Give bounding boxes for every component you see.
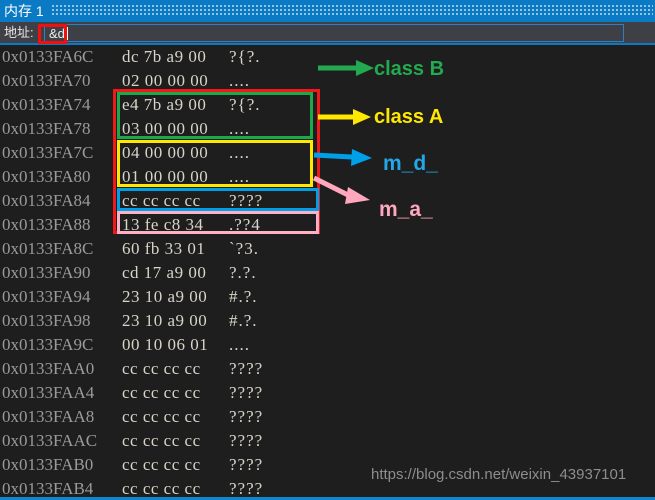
- hex-row-ascii: ????: [229, 455, 264, 474]
- memory-hex-view[interactable]: 0x0133FA6C dc 7b a9 00 ?{?. 0x0133FA70 02 00…: [0, 45, 655, 498]
- hex-row-bytes: cc cc cc cc: [122, 383, 201, 402]
- hex-row-ascii: ....: [229, 335, 250, 354]
- annotation-label-class-a: class A: [374, 106, 444, 128]
- hex-row-bytes: cc cc cc cc: [122, 407, 201, 426]
- hex-row-address: 0x0133FAAC: [2, 431, 98, 450]
- hex-row-bytes: 00 10 06 01: [122, 335, 209, 354]
- hex-row[interactable]: 0x0133FA98 23 10 a9 00 #.?.: [0, 309, 340, 333]
- hex-row-bytes: cc cc cc cc: [122, 359, 201, 378]
- hex-row[interactable]: 0x0133FA8C 60 fb 33 01 `?3.: [0, 237, 340, 261]
- hex-row-ascii: ????: [229, 431, 264, 450]
- hex-row-ascii: ?.?.: [229, 263, 257, 282]
- hex-row-bytes: cc cc cc cc: [122, 431, 201, 450]
- hex-row-address: 0x0133FAA4: [2, 383, 95, 402]
- watermark-text: https://blog.csdn.net/weixin_43937101: [371, 466, 627, 483]
- hex-row[interactable]: 0x0133FA90 cd 17 a9 00?.?.: [0, 261, 340, 285]
- window-titlebar[interactable]: 内存 1: [0, 0, 655, 22]
- hex-row-bytes: 23 10 a9 00: [122, 311, 208, 330]
- hex-row[interactable]: 0x0133FA94 23 10 a9 00 #.?.: [0, 285, 340, 309]
- hex-row[interactable]: 0x0133FA9C 00 10 06 01....: [0, 333, 340, 357]
- hex-row-address: 0x0133FA98: [2, 311, 91, 330]
- hex-row-address: 0x0133FAB4: [2, 479, 94, 498]
- hex-row[interactable]: 0x0133FA6C dc 7b a9 00 ?{?.: [0, 45, 340, 69]
- highlight-box-m-a: [117, 211, 319, 234]
- hex-row-address: 0x0133FA88: [2, 215, 91, 234]
- hex-row-ascii: ????: [229, 383, 264, 402]
- hex-row-address: 0x0133FA8C: [2, 239, 94, 258]
- hex-row-ascii: #.?.: [229, 287, 258, 306]
- highlight-box-m-d: [117, 188, 319, 211]
- text-caret: [67, 27, 68, 40]
- hex-row-ascii: #.?.: [229, 311, 258, 330]
- hex-row-bytes: dc 7b a9 00: [122, 47, 207, 66]
- annotation-label-m-a: m_a_: [379, 198, 433, 221]
- hex-row-address: 0x0133FA9C: [2, 335, 94, 354]
- hex-row-address: 0x0133FA7C: [2, 143, 94, 162]
- highlight-box-class-b: [117, 92, 313, 139]
- hex-row-address: 0x0133FA84: [2, 191, 91, 210]
- hex-row-bytes: 23 10 a9 00: [122, 287, 208, 306]
- window-title: 内存 1: [4, 3, 44, 19]
- hex-row[interactable]: 0x0133FAAC cc cc cc cc????: [0, 429, 340, 453]
- hex-row-address: 0x0133FAB0: [2, 455, 94, 474]
- drag-grip-icon[interactable]: [52, 5, 653, 17]
- hex-row-address: 0x0133FA74: [2, 95, 91, 114]
- hex-row-address: 0x0133FAA8: [2, 407, 95, 426]
- hex-row-ascii: ????: [229, 407, 264, 426]
- hex-row-address: 0x0133FAA0: [2, 359, 95, 378]
- hex-row[interactable]: 0x0133FAB0 cc cc cc cc????: [0, 453, 340, 477]
- address-input[interactable]: &d: [44, 24, 624, 42]
- annotation-label-m-d: m_d_: [383, 152, 438, 175]
- hex-row-bytes: cc cc cc cc: [122, 455, 201, 474]
- hex-row-ascii: ????: [229, 359, 264, 378]
- hex-row-bytes: cd 17 a9 00: [122, 263, 207, 282]
- hex-row-address: 0x0133FA70: [2, 71, 91, 90]
- address-bar-divider: [0, 43, 655, 45]
- hex-row-address: 0x0133FA6C: [2, 47, 94, 66]
- hex-row[interactable]: 0x0133FAA0 cc cc cc cc????: [0, 357, 340, 381]
- hex-row-ascii: ?{?.: [229, 47, 261, 66]
- memory-window: 内存 1 地址: &d 0x0133FA6C dc 7b a9 00 ?{?. 0x0…: [0, 0, 655, 500]
- annotation-label-class-b: class B: [374, 58, 445, 80]
- hex-row[interactable]: 0x0133FAA4 cc cc cc cc????: [0, 381, 340, 405]
- hex-row[interactable]: 0x0133FAA8 cc cc cc cc????: [0, 405, 340, 429]
- hex-row-bytes: cc cc cc cc: [122, 479, 201, 498]
- hex-row-bytes: 60 fb 33 01: [122, 239, 206, 258]
- address-bar: 地址: &d: [0, 22, 655, 44]
- hex-row-address: 0x0133FA94: [2, 287, 91, 306]
- hex-row-address: 0x0133FA78: [2, 119, 91, 138]
- hex-row-ascii: ????: [229, 479, 264, 498]
- hex-row[interactable]: 0x0133FAB4 cc cc cc cc????: [0, 477, 340, 498]
- hex-row-address: 0x0133FA90: [2, 263, 91, 282]
- address-focus-highlight: [38, 24, 67, 44]
- hex-row-ascii: `?3.: [229, 239, 259, 258]
- hex-row-address: 0x0133FA80: [2, 167, 91, 186]
- address-label: 地址:: [4, 25, 34, 40]
- highlight-box-class-a: [117, 140, 313, 187]
